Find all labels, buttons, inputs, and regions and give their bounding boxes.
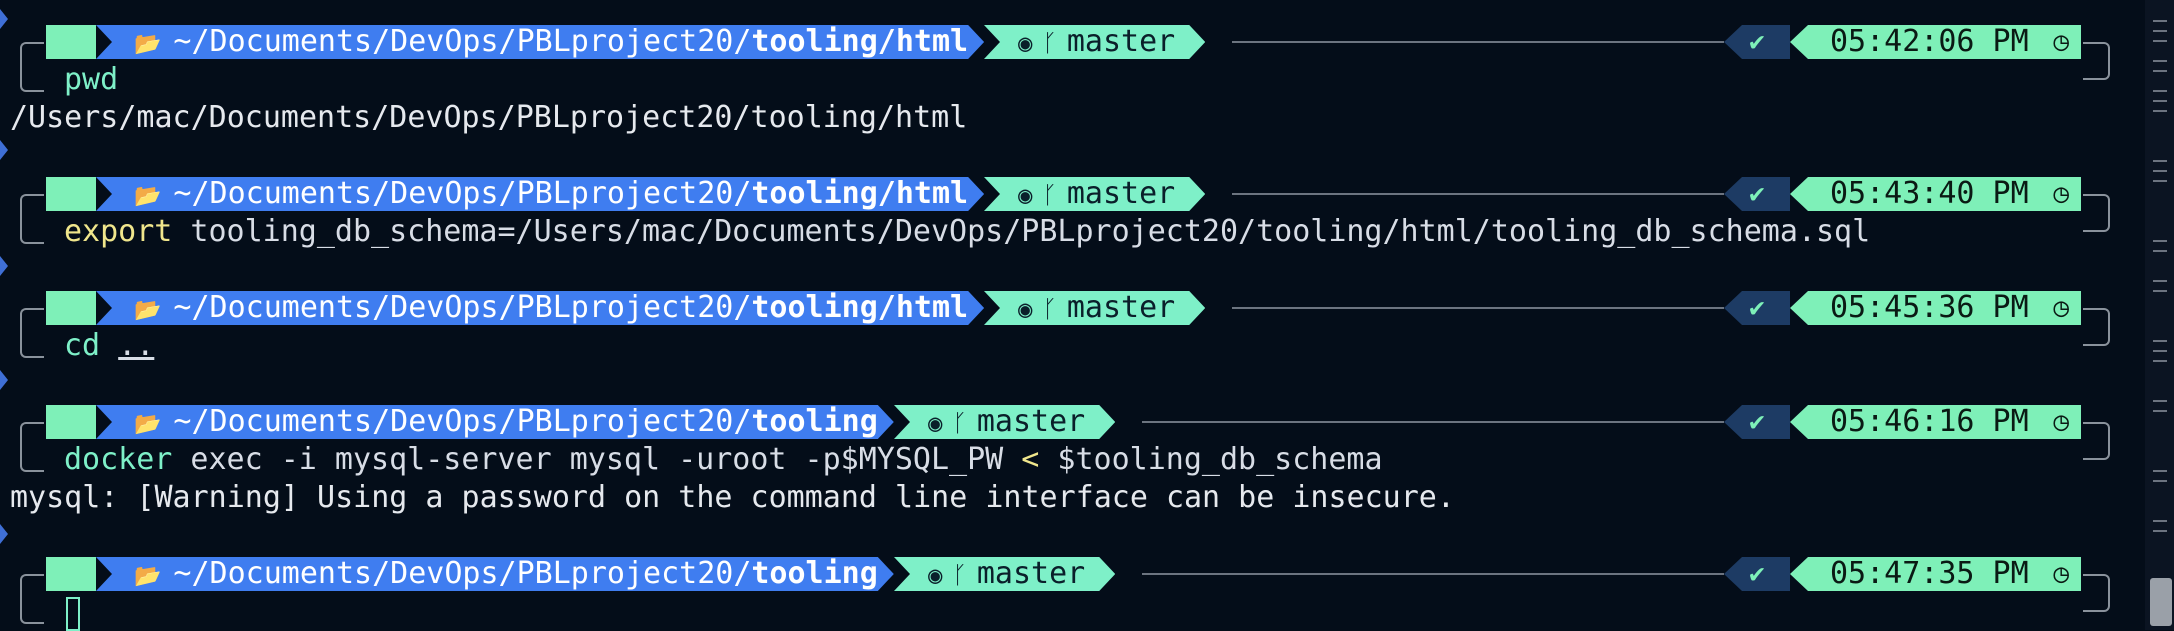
prompt-marker — [0, 140, 8, 160]
github-icon: ◉ — [928, 561, 943, 589]
git-segment: ◉ ᚴ master — [894, 405, 1115, 439]
path-segment: 📂 ~/Documents/DevOps/PBLproject20/tooling… — [96, 25, 984, 59]
folder-icon: 📂 — [134, 564, 162, 589]
git-segment: ◉ ᚴ master — [894, 557, 1115, 591]
clock-icon: ◷ — [2053, 407, 2069, 437]
prompt-marker — [0, 524, 8, 544]
path-segment: 📂 ~/Documents/DevOps/PBLproject20/tooling — [96, 557, 894, 591]
clock-icon: ◷ — [2053, 27, 2069, 57]
github-icon: ◉ — [1018, 295, 1033, 323]
clock-icon: ◷ — [2053, 559, 2069, 589]
folder-icon: 📂 — [134, 184, 162, 209]
git-branch-icon: ᚴ — [1042, 295, 1057, 323]
scrollbar[interactable] — [2145, 0, 2174, 630]
scrollbar-thumb[interactable] — [2150, 578, 2172, 626]
path-segment: 📂 ~/Documents/DevOps/PBLproject20/tooling — [96, 405, 894, 439]
git-branch-icon: ᚴ — [952, 409, 967, 437]
apple-icon — [46, 557, 96, 591]
status-ok-badge: ✔ — [1724, 557, 1790, 591]
git-branch-icon: ᚴ — [1042, 181, 1057, 209]
folder-icon: 📂 — [134, 298, 162, 323]
git-segment: ◉ ᚴ master — [984, 177, 1205, 211]
folder-icon: 📂 — [134, 32, 162, 57]
text-cursor[interactable] — [66, 597, 80, 631]
command-output: mysql: [Warning] Using a password on the… — [10, 480, 1455, 515]
github-icon: ◉ — [1018, 181, 1033, 209]
path-segment: 📂 ~/Documents/DevOps/PBLproject20/tooling… — [96, 291, 984, 325]
github-icon: ◉ — [1018, 29, 1033, 57]
status-ok-badge: ✔ — [1724, 291, 1790, 325]
git-segment: ◉ ᚴ master — [984, 291, 1205, 325]
status-ok-badge: ✔ — [1724, 177, 1790, 211]
folder-icon: 📂 — [134, 412, 162, 437]
git-branch-icon: ᚴ — [952, 561, 967, 589]
command-output: /Users/mac/Documents/DevOps/PBLproject20… — [10, 100, 968, 135]
clock-icon: ◷ — [2053, 293, 2069, 323]
command-line: docker exec -i mysql-server mysql -uroot… — [64, 442, 1383, 477]
clock-icon: ◷ — [2053, 179, 2069, 209]
command-line: cd .. — [64, 328, 155, 363]
prompt-marker — [0, 370, 8, 390]
status-ok-badge: ✔ — [1724, 25, 1790, 59]
time-segment: 05:47:35 PM ◷ — [1790, 557, 2081, 591]
prompt-marker — [0, 256, 8, 276]
apple-icon — [46, 177, 96, 211]
terminal-window[interactable]: 📂 ~/Documents/DevOps/PBLproject20/tooling… — [0, 0, 2145, 631]
time-segment: 05:46:16 PM ◷ — [1790, 405, 2081, 439]
apple-icon — [46, 405, 96, 439]
path-segment: 📂 ~/Documents/DevOps/PBLproject20/tooling… — [96, 177, 984, 211]
git-branch-icon: ᚴ — [1042, 29, 1057, 57]
time-segment: 05:43:40 PM ◷ — [1790, 177, 2081, 211]
time-segment: 05:45:36 PM ◷ — [1790, 291, 2081, 325]
time-segment: 05:42:06 PM ◷ — [1790, 25, 2081, 59]
github-icon: ◉ — [928, 409, 943, 437]
apple-icon — [46, 291, 96, 325]
command-line: export tooling_db_schema=/Users/mac/Docu… — [64, 214, 1871, 249]
git-segment: ◉ ᚴ master — [984, 25, 1205, 59]
status-ok-badge: ✔ — [1724, 405, 1790, 439]
command-line: pwd — [64, 62, 119, 97]
apple-icon — [46, 25, 96, 59]
